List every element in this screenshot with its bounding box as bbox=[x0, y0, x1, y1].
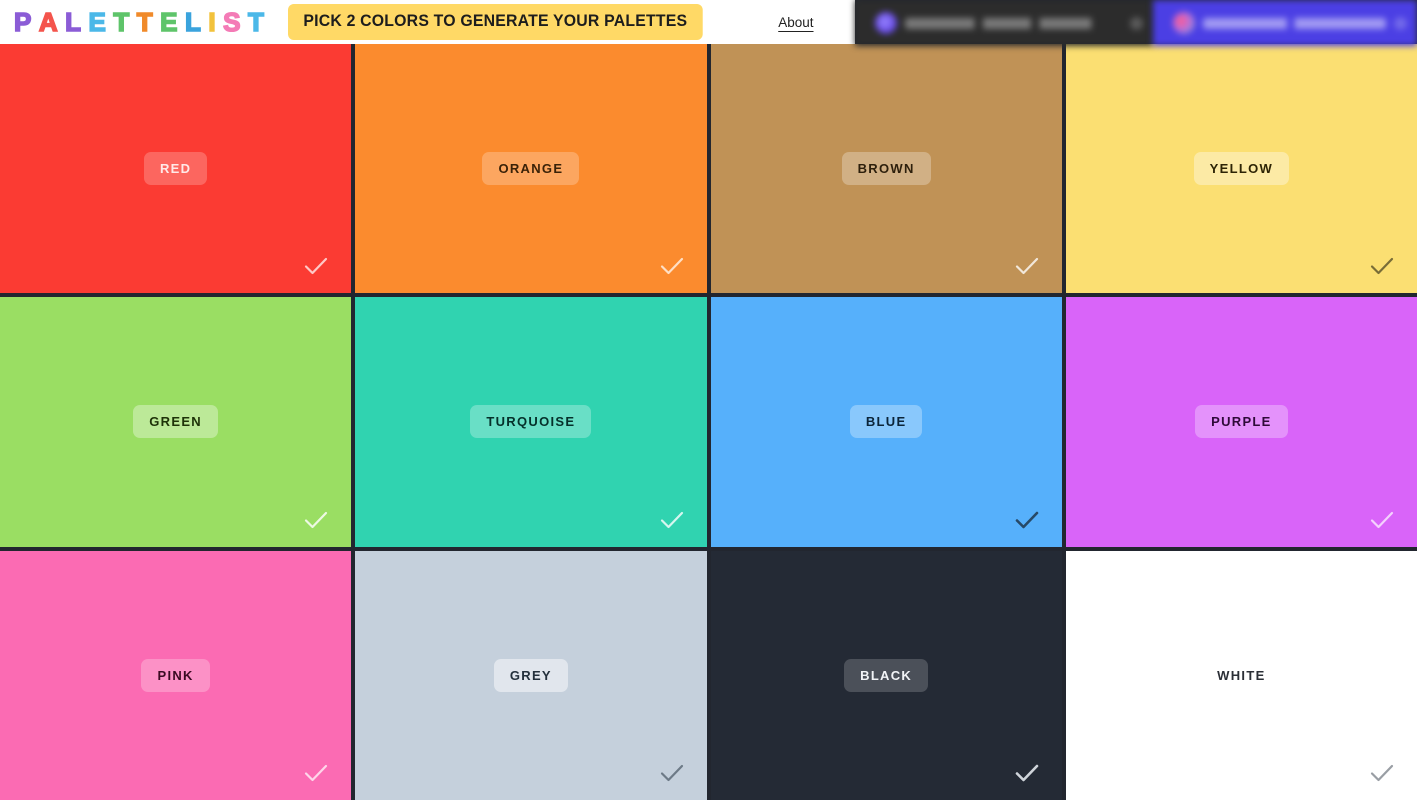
browser-tab-title bbox=[1203, 17, 1386, 29]
logo-letter: P bbox=[13, 7, 32, 37]
color-swatch-brown[interactable]: BROWN bbox=[710, 44, 1062, 294]
check-icon bbox=[1367, 505, 1397, 535]
color-swatch-label: BLUE bbox=[849, 405, 923, 439]
browser-tab-inactive[interactable] bbox=[855, 0, 1153, 46]
browser-tab-title bbox=[905, 17, 1122, 29]
close-icon[interactable] bbox=[1130, 16, 1143, 30]
browser-tab-active[interactable] bbox=[1153, 0, 1417, 46]
close-icon[interactable] bbox=[1394, 16, 1407, 30]
check-icon bbox=[657, 505, 687, 535]
color-swatch-yellow[interactable]: YELLOW bbox=[1065, 44, 1417, 294]
check-icon bbox=[657, 758, 687, 788]
color-swatch-label: BLACK bbox=[844, 658, 929, 692]
logo-letter: E bbox=[88, 7, 107, 37]
color-swatch-red[interactable]: RED bbox=[0, 44, 352, 294]
color-swatch-turquoise[interactable]: TURQUOISE bbox=[355, 297, 707, 547]
logo-letter: I bbox=[208, 7, 217, 37]
logo-letter: A bbox=[38, 7, 59, 37]
color-swatch-black[interactable]: BLACK bbox=[710, 550, 1062, 800]
check-icon bbox=[301, 251, 331, 281]
color-swatch-label: ORANGE bbox=[482, 152, 580, 186]
check-icon bbox=[1367, 251, 1397, 281]
about-link[interactable]: About bbox=[778, 15, 813, 30]
color-swatch-green[interactable]: GREEN bbox=[0, 297, 352, 547]
check-icon bbox=[1012, 505, 1042, 535]
color-swatch-label: RED bbox=[143, 152, 208, 186]
color-swatch-label: PURPLE bbox=[1195, 405, 1288, 439]
color-swatch-grey[interactable]: GREY bbox=[355, 550, 707, 800]
logo-letter: T bbox=[247, 7, 265, 37]
check-icon bbox=[1367, 758, 1397, 788]
check-icon bbox=[301, 505, 331, 535]
color-swatch-label: GREEN bbox=[133, 405, 218, 439]
color-swatch-label: TURQUOISE bbox=[470, 405, 592, 439]
color-swatch-orange[interactable]: ORANGE bbox=[355, 44, 707, 294]
logo-letter: T bbox=[113, 7, 131, 37]
check-icon bbox=[301, 758, 331, 788]
logo-letter: S bbox=[222, 7, 241, 37]
app-logo[interactable]: PALETTELIST bbox=[13, 7, 265, 37]
logo-letter: E bbox=[159, 7, 178, 37]
color-swatch-white[interactable]: WHITE bbox=[1065, 550, 1417, 800]
color-swatch-label: GREY bbox=[493, 658, 568, 692]
logo-letter: T bbox=[136, 7, 154, 37]
browser-tab-strip bbox=[855, 0, 1417, 46]
color-swatch-label: BROWN bbox=[841, 152, 931, 186]
favicon-icon bbox=[875, 12, 897, 34]
logo-letter: L bbox=[184, 7, 202, 37]
color-swatch-label: WHITE bbox=[1217, 667, 1266, 683]
color-swatch-pink[interactable]: PINK bbox=[0, 550, 352, 800]
instruction-banner: PICK 2 COLORS TO GENERATE YOUR PALETTES bbox=[288, 4, 703, 40]
app-header: PALETTELIST PICK 2 COLORS TO GENERATE YO… bbox=[0, 0, 855, 44]
color-swatch-purple[interactable]: PURPLE bbox=[1065, 297, 1417, 547]
check-icon bbox=[1012, 758, 1042, 788]
favicon-icon bbox=[1173, 12, 1195, 34]
check-icon bbox=[1012, 251, 1042, 281]
logo-letter: L bbox=[64, 7, 82, 37]
color-swatch-label: YELLOW bbox=[1193, 152, 1290, 186]
color-swatch-grid: RED ORANGE BROWN YELLOW GREEN TURQUOISE BLUE PU… bbox=[0, 44, 1417, 800]
check-icon bbox=[657, 251, 687, 281]
color-swatch-label: PINK bbox=[141, 658, 210, 692]
color-swatch-blue[interactable]: BLUE bbox=[710, 297, 1062, 547]
